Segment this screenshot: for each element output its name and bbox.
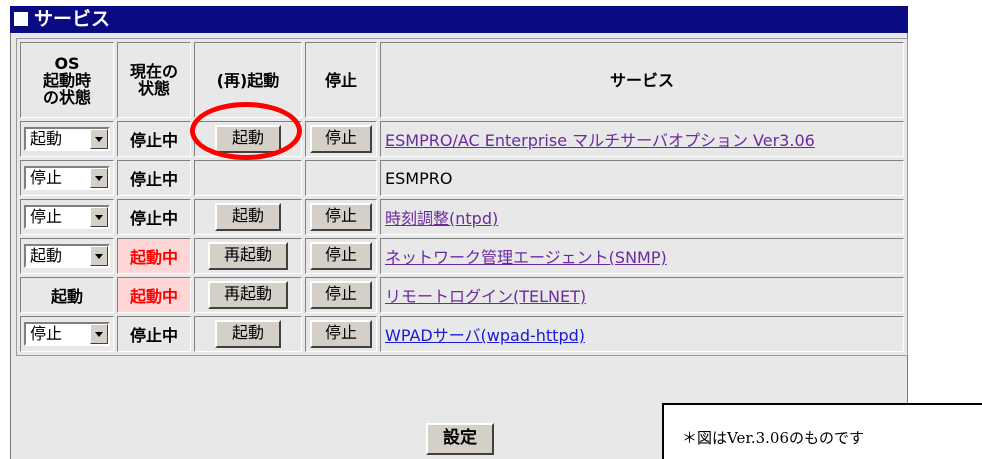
boot-state-fixed: 起動 (20, 277, 114, 313)
header-boot-state: OS 起動時 の状態 (20, 42, 114, 118)
boot-state-select[interactable]: 起動 (24, 127, 110, 151)
dropdown-arrow-icon[interactable] (90, 207, 108, 227)
stop-button[interactable]: 停止 (310, 281, 372, 309)
current-state: 起動中 (117, 277, 191, 313)
service-name: ESMPRO (385, 168, 453, 188)
dropdown-arrow-icon[interactable] (90, 324, 108, 344)
stop-button[interactable]: 停止 (310, 320, 372, 348)
service-table: OS 起動時 の状態 現在の 状態 (再)起動 停止 サービス 起動 停止中 起… (16, 38, 908, 356)
table-row: 起動 停止中 起動 停止 ESMPRO/AC Enterprise マルチサーバ… (20, 121, 904, 157)
boot-state-select[interactable]: 停止 (24, 205, 110, 229)
header-current-state: 現在の 状態 (117, 42, 191, 118)
table-row: 停止 停止中 ESMPRO (20, 160, 904, 196)
table-row: 停止 停止中 起動 停止 時刻調整(ntpd) (20, 199, 904, 235)
start-button[interactable]: 起動 (215, 320, 281, 348)
stop-button[interactable]: 停止 (310, 125, 372, 153)
dropdown-arrow-icon[interactable] (90, 168, 108, 188)
table-row: 停止 停止中 起動 停止 WPADサーバ(wpad-httpd) (20, 316, 904, 352)
panel-title: サービス (34, 8, 111, 30)
current-state: 起動中 (117, 238, 191, 274)
stop-button[interactable]: 停止 (310, 242, 372, 270)
current-state: 停止中 (117, 160, 191, 196)
restart-button[interactable]: 再起動 (208, 242, 288, 270)
square-icon (14, 12, 28, 26)
caption-text: ＊図はVer.3.06のものです (682, 429, 865, 447)
dropdown-arrow-icon[interactable] (90, 246, 108, 266)
header-restart: (再)起動 (194, 42, 302, 118)
service-link[interactable]: ネットワーク管理エージェント(SNMP) (385, 248, 667, 267)
boot-state-select[interactable]: 起動 (24, 244, 110, 268)
current-state: 停止中 (117, 316, 191, 352)
service-link[interactable]: WPADサーバ(wpad-httpd) (385, 326, 585, 345)
dropdown-arrow-icon[interactable] (90, 129, 108, 149)
table-row: 起動 起動中 再起動 停止 リモートログイン(TELNET) (20, 277, 904, 313)
service-link[interactable]: リモートログイン(TELNET) (385, 287, 586, 306)
caption-note: ＊図はVer.3.06のものです (662, 403, 982, 459)
restart-button[interactable]: 再起動 (208, 281, 288, 309)
start-button[interactable]: 起動 (215, 203, 281, 231)
header-service: サービス (380, 42, 904, 118)
empty-cell (305, 160, 377, 196)
table-row: 起動 起動中 再起動 停止 ネットワーク管理エージェント(SNMP) (20, 238, 904, 274)
current-state: 停止中 (117, 199, 191, 235)
service-link[interactable]: 時刻調整(ntpd) (385, 209, 498, 228)
service-link[interactable]: ESMPRO/AC Enterprise マルチサーバオプション Ver3.06 (385, 131, 815, 150)
start-button[interactable]: 起動 (215, 125, 281, 153)
panel-title-bar: サービス (10, 6, 908, 33)
boot-state-select[interactable]: 停止 (24, 166, 110, 190)
header-stop: 停止 (305, 42, 377, 118)
stop-button[interactable]: 停止 (310, 203, 372, 231)
apply-button[interactable]: 設定 (426, 423, 494, 455)
current-state: 停止中 (117, 121, 191, 157)
empty-cell (194, 160, 302, 196)
boot-state-select[interactable]: 停止 (24, 322, 110, 346)
table-header-row: OS 起動時 の状態 現在の 状態 (再)起動 停止 サービス (20, 42, 904, 118)
